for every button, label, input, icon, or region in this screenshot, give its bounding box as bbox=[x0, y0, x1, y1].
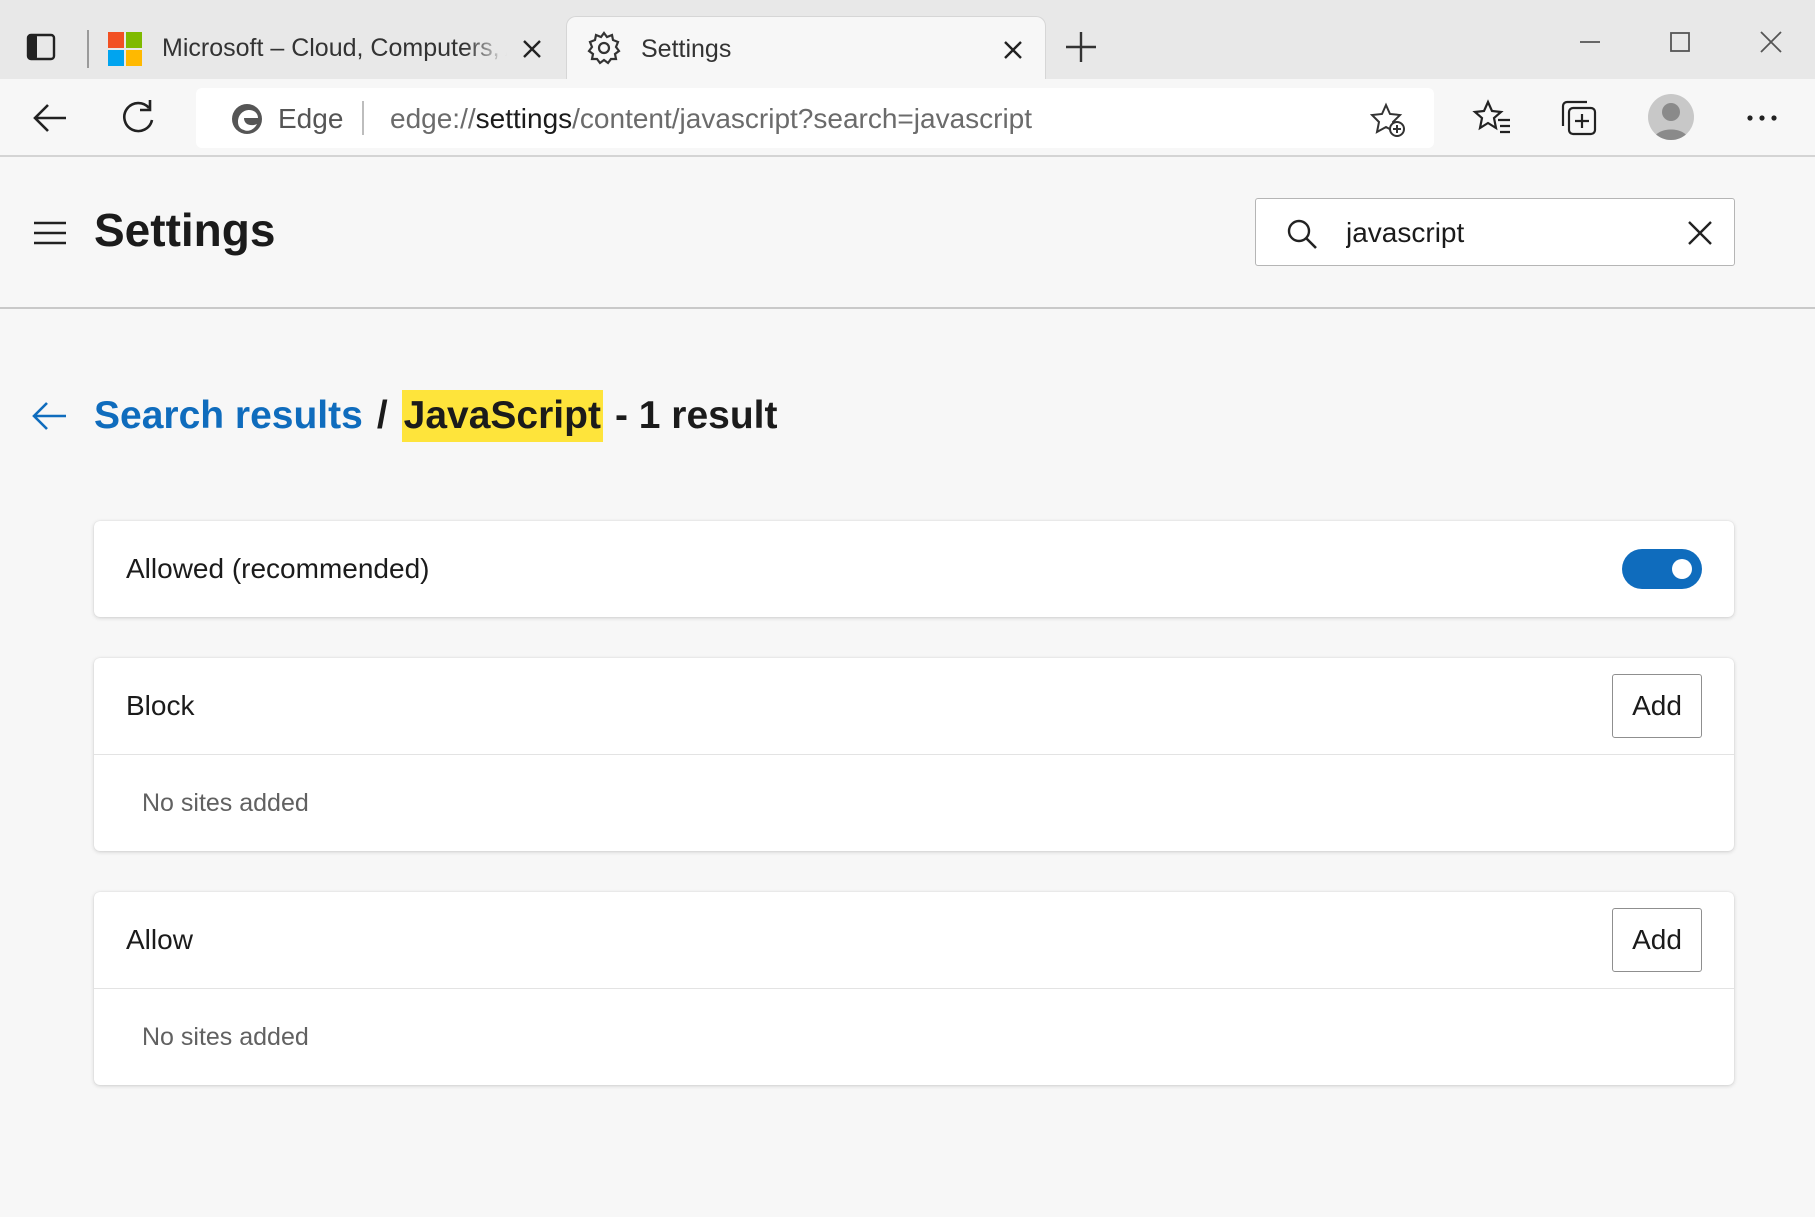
breadcrumb-separator: / bbox=[376, 394, 388, 437]
result-count: - 1 result bbox=[614, 394, 778, 437]
collections-icon[interactable] bbox=[1557, 96, 1601, 140]
clear-search-icon[interactable] bbox=[1686, 219, 1714, 247]
settings-search[interactable] bbox=[1255, 198, 1735, 266]
microsoft-logo-icon bbox=[108, 32, 142, 66]
allow-empty-text: No sites added bbox=[142, 1022, 309, 1051]
breadcrumb-current: JavaScript bbox=[401, 390, 603, 442]
hamburger-menu-icon[interactable] bbox=[32, 219, 68, 247]
edge-label: Edge bbox=[278, 103, 344, 134]
block-empty-text: No sites added bbox=[142, 788, 309, 817]
more-options-icon[interactable] bbox=[1740, 96, 1784, 140]
new-tab-icon[interactable] bbox=[1062, 28, 1100, 66]
url-text[interactable]: edge://settings/content/javascript?searc… bbox=[390, 103, 1032, 135]
tab-settings[interactable]: Settings bbox=[566, 16, 1046, 79]
close-tab-icon[interactable] bbox=[520, 37, 544, 61]
add-favorite-icon[interactable] bbox=[1370, 102, 1406, 138]
tab-strip: Microsoft – Cloud, Computers, Apps & Gam… bbox=[0, 0, 1815, 79]
page-title: Settings bbox=[94, 204, 276, 256]
back-icon[interactable] bbox=[28, 96, 72, 140]
maximize-icon[interactable] bbox=[1660, 22, 1700, 62]
tab-separator bbox=[87, 30, 89, 68]
tab-actions-button[interactable] bbox=[18, 27, 64, 67]
refresh-icon[interactable] bbox=[116, 96, 160, 140]
allow-card: Allow Add No sites added bbox=[94, 892, 1734, 1085]
address-bar[interactable]: Edge edge://settings/content/javascript?… bbox=[196, 88, 1434, 148]
back-arrow-icon[interactable] bbox=[30, 396, 70, 436]
close-window-icon[interactable] bbox=[1751, 22, 1791, 62]
allowed-card: Allowed (recommended) bbox=[94, 521, 1734, 617]
gear-icon bbox=[587, 31, 621, 65]
tab-title: Settings bbox=[641, 35, 732, 63]
allowed-toggle[interactable] bbox=[1622, 549, 1702, 589]
search-icon bbox=[1287, 219, 1317, 249]
settings-header: Settings bbox=[0, 157, 1815, 309]
tab-title: Microsoft – Cloud, Computers, Apps & Gam… bbox=[162, 34, 507, 62]
search-input[interactable] bbox=[1346, 213, 1646, 253]
profile-icon bbox=[1653, 103, 1689, 140]
breadcrumb: Search results / JavaScript - 1 result bbox=[30, 386, 778, 446]
favorites-icon[interactable] bbox=[1470, 96, 1514, 140]
block-label: Block bbox=[126, 690, 195, 721]
close-tab-icon[interactable] bbox=[1001, 38, 1025, 62]
tab-actions-icon bbox=[26, 33, 56, 61]
profile-avatar[interactable] bbox=[1648, 94, 1694, 140]
edge-logo-icon bbox=[232, 104, 262, 134]
breadcrumb-search-results-link[interactable]: Search results bbox=[94, 394, 363, 438]
omnibox-separator bbox=[362, 101, 364, 135]
block-add-button[interactable]: Add bbox=[1612, 674, 1702, 738]
allow-add-button[interactable]: Add bbox=[1612, 908, 1702, 972]
allowed-label: Allowed (recommended) bbox=[126, 553, 430, 584]
tab-microsoft[interactable]: Microsoft – Cloud, Computers, Apps & Gam… bbox=[94, 16, 564, 79]
browser-toolbar: Edge edge://settings/content/javascript?… bbox=[0, 79, 1815, 157]
block-card: Block Add No sites added bbox=[94, 658, 1734, 851]
allow-label: Allow bbox=[126, 924, 193, 955]
minimize-icon[interactable] bbox=[1570, 22, 1610, 62]
toggle-knob bbox=[1672, 559, 1692, 579]
